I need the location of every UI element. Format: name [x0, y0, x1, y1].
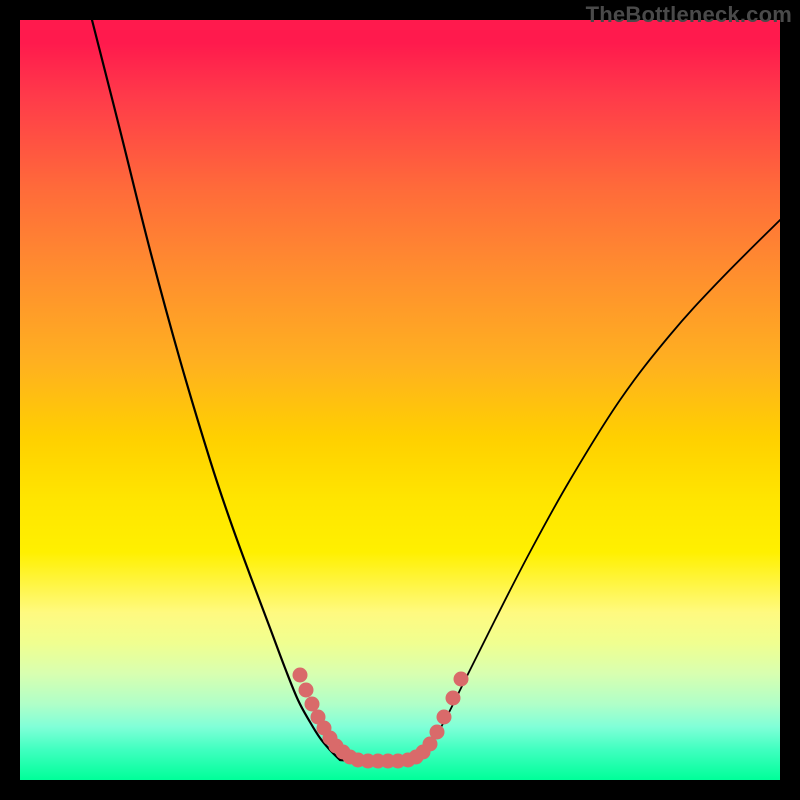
fit-marker	[446, 691, 461, 706]
right-curve	[420, 220, 780, 760]
watermark-text: TheBottleneck.com	[586, 2, 792, 28]
fit-marker	[430, 725, 445, 740]
fit-marker	[293, 668, 308, 683]
fit-marker	[305, 697, 320, 712]
fit-markers-group	[293, 668, 469, 769]
fit-marker	[299, 683, 314, 698]
plot-area	[20, 20, 780, 780]
curve-svg	[20, 20, 780, 780]
left-curve	[92, 20, 340, 760]
fit-marker	[437, 710, 452, 725]
fit-marker	[454, 672, 469, 687]
chart-frame: TheBottleneck.com	[0, 0, 800, 800]
